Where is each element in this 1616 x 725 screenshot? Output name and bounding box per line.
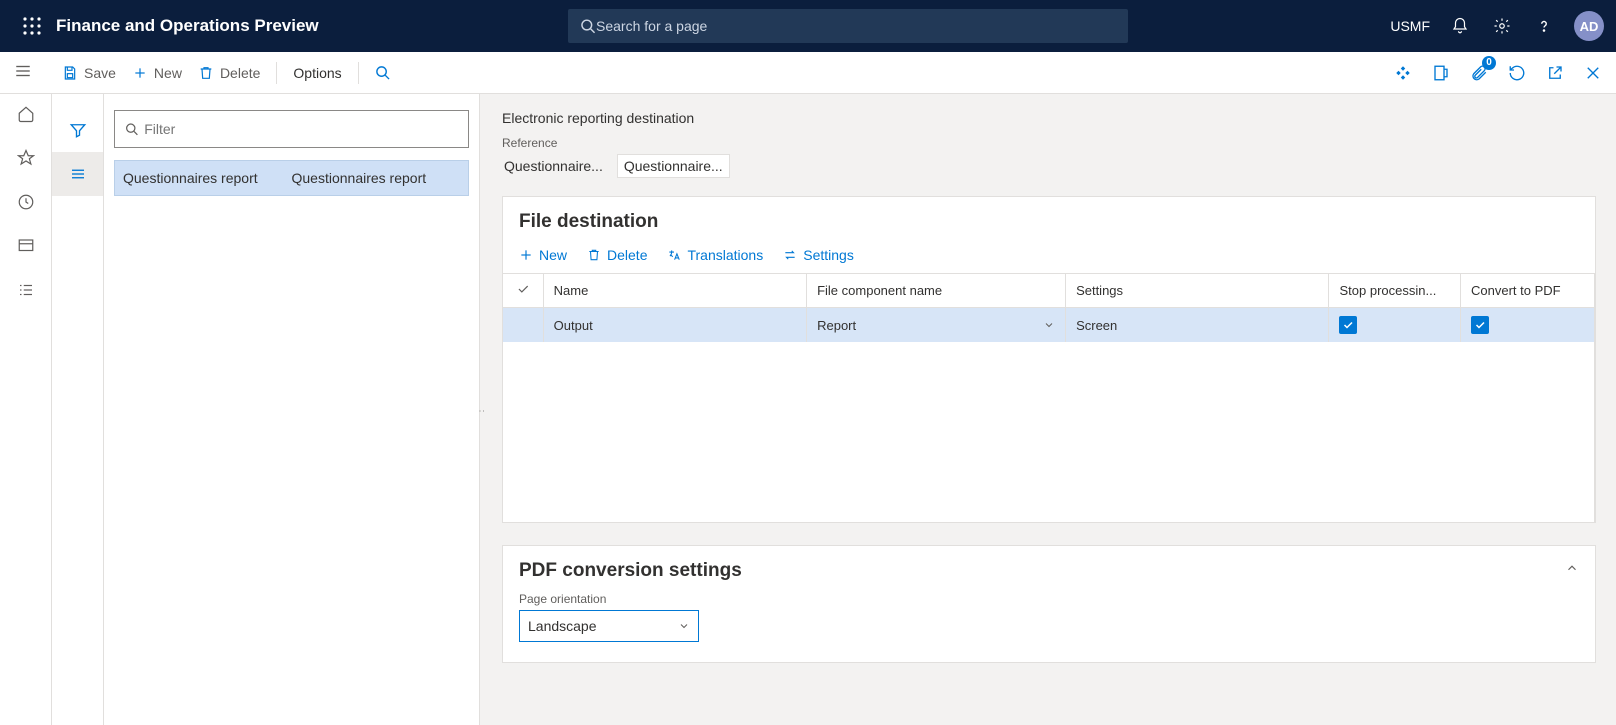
pdf-settings-title: PDF conversion settings bbox=[503, 546, 758, 592]
checkbox-checked-icon[interactable] bbox=[1339, 316, 1357, 334]
page-orientation-value: Landscape bbox=[528, 618, 597, 634]
collapse-button[interactable] bbox=[1565, 561, 1595, 578]
list-item-col2: Questionnaires report bbox=[292, 170, 461, 186]
cell-file-component[interactable]: Report bbox=[807, 308, 1066, 343]
fd-translations-button[interactable]: Translations bbox=[667, 247, 763, 263]
search-icon bbox=[580, 18, 596, 34]
plus-icon bbox=[519, 248, 533, 262]
gear-icon[interactable] bbox=[1490, 14, 1514, 38]
app-title: Finance and Operations Preview bbox=[56, 16, 319, 36]
new-button[interactable]: New bbox=[124, 59, 190, 87]
cell-name[interactable]: Output bbox=[543, 308, 806, 343]
table-row[interactable]: Output Report Screen bbox=[503, 308, 1595, 343]
file-destination-card: File destination New Delete Translations… bbox=[502, 196, 1596, 523]
cell-stop-processing[interactable] bbox=[1329, 308, 1461, 343]
check-icon bbox=[516, 282, 530, 296]
list-view-icon[interactable] bbox=[52, 152, 103, 196]
chevron-up-icon bbox=[1565, 561, 1579, 575]
filter-rail bbox=[52, 94, 104, 725]
app-launcher-icon[interactable] bbox=[12, 17, 52, 35]
pdf-settings-card: PDF conversion settings Page orientation… bbox=[502, 545, 1596, 663]
separator bbox=[276, 62, 277, 84]
fd-translations-label: Translations bbox=[687, 247, 763, 263]
checkbox-checked-icon[interactable] bbox=[1471, 316, 1489, 334]
search-icon bbox=[125, 122, 138, 136]
search-icon bbox=[375, 65, 390, 80]
action-bar: Save New Delete Options bbox=[0, 52, 1616, 94]
col-name[interactable]: Name bbox=[543, 274, 806, 308]
attachments-icon[interactable]: 0 bbox=[1468, 62, 1490, 84]
fd-new-button[interactable]: New bbox=[519, 247, 567, 263]
list-filter[interactable] bbox=[114, 110, 469, 148]
row-select[interactable] bbox=[503, 308, 543, 343]
grid-empty-space bbox=[503, 342, 1595, 522]
related-info-icon[interactable] bbox=[1392, 62, 1414, 84]
cell-convert-pdf[interactable] bbox=[1461, 308, 1595, 343]
modules-icon[interactable] bbox=[14, 278, 38, 302]
favorites-icon[interactable] bbox=[14, 146, 38, 170]
page-orientation-label: Page orientation bbox=[519, 592, 1579, 606]
globe-icon bbox=[667, 248, 681, 262]
detail-pane: Electronic reporting destination Referen… bbox=[486, 94, 1616, 725]
workspaces-icon[interactable] bbox=[14, 234, 38, 258]
list-filter-input[interactable] bbox=[144, 121, 458, 137]
filter-pane-icon[interactable] bbox=[52, 108, 103, 152]
global-search-input[interactable] bbox=[596, 18, 1116, 34]
fd-delete-button[interactable]: Delete bbox=[587, 247, 647, 263]
avatar[interactable]: AD bbox=[1574, 11, 1604, 41]
col-file-component[interactable]: File component name bbox=[807, 274, 1066, 308]
fd-settings-button[interactable]: Settings bbox=[783, 247, 854, 263]
app-header: Finance and Operations Preview USMF AD bbox=[0, 0, 1616, 52]
col-select[interactable] bbox=[503, 274, 543, 308]
fd-settings-label: Settings bbox=[803, 247, 854, 263]
save-button[interactable]: Save bbox=[54, 59, 124, 87]
file-destination-grid: Name File component name Settings Stop p… bbox=[503, 273, 1595, 522]
delete-button[interactable]: Delete bbox=[190, 59, 268, 87]
swap-icon bbox=[783, 248, 797, 262]
close-icon[interactable] bbox=[1582, 62, 1604, 84]
open-in-office-icon[interactable] bbox=[1430, 62, 1452, 84]
help-icon[interactable] bbox=[1532, 14, 1556, 38]
reference-value-2[interactable]: Questionnaire... bbox=[617, 154, 730, 178]
col-stop-processing[interactable]: Stop processin... bbox=[1329, 274, 1461, 308]
find-button[interactable] bbox=[367, 59, 398, 86]
hamburger-icon[interactable] bbox=[14, 62, 32, 83]
fd-delete-label: Delete bbox=[607, 247, 647, 263]
plus-icon bbox=[132, 65, 148, 81]
refresh-icon[interactable] bbox=[1506, 62, 1528, 84]
page-orientation-select[interactable]: Landscape bbox=[519, 610, 699, 642]
col-convert-pdf[interactable]: Convert to PDF bbox=[1461, 274, 1595, 308]
home-icon[interactable] bbox=[14, 102, 38, 126]
options-button[interactable]: Options bbox=[285, 59, 349, 87]
reference-label: Reference bbox=[502, 136, 1596, 150]
company-picker[interactable]: USMF bbox=[1390, 14, 1430, 38]
notification-icon[interactable] bbox=[1448, 14, 1472, 38]
save-icon bbox=[62, 65, 78, 81]
new-label: New bbox=[154, 65, 182, 81]
delete-label: Delete bbox=[220, 65, 260, 81]
cell-settings[interactable]: Screen bbox=[1066, 308, 1329, 343]
list-item[interactable]: Questionnaires report Questionnaires rep… bbox=[114, 160, 469, 196]
attachments-badge: 0 bbox=[1482, 56, 1496, 70]
global-search[interactable] bbox=[568, 9, 1128, 43]
page-title: Electronic reporting destination bbox=[502, 110, 1596, 126]
nav-rail bbox=[0, 94, 52, 725]
trash-icon bbox=[587, 248, 601, 262]
file-destination-title: File destination bbox=[503, 197, 1595, 243]
reference-value-1[interactable]: Questionnaire... bbox=[502, 154, 605, 178]
trash-icon bbox=[198, 65, 214, 81]
chevron-down-icon[interactable] bbox=[1043, 319, 1055, 331]
chevron-down-icon bbox=[678, 620, 690, 632]
save-label: Save bbox=[84, 65, 116, 81]
list-item-col1: Questionnaires report bbox=[123, 170, 292, 186]
col-settings[interactable]: Settings bbox=[1066, 274, 1329, 308]
options-label: Options bbox=[293, 65, 341, 81]
list-pane: Questionnaires report Questionnaires rep… bbox=[104, 94, 480, 725]
separator bbox=[358, 62, 359, 84]
cell-file-component-text: Report bbox=[817, 318, 856, 333]
popout-icon[interactable] bbox=[1544, 62, 1566, 84]
recent-icon[interactable] bbox=[14, 190, 38, 214]
fd-new-label: New bbox=[539, 247, 567, 263]
